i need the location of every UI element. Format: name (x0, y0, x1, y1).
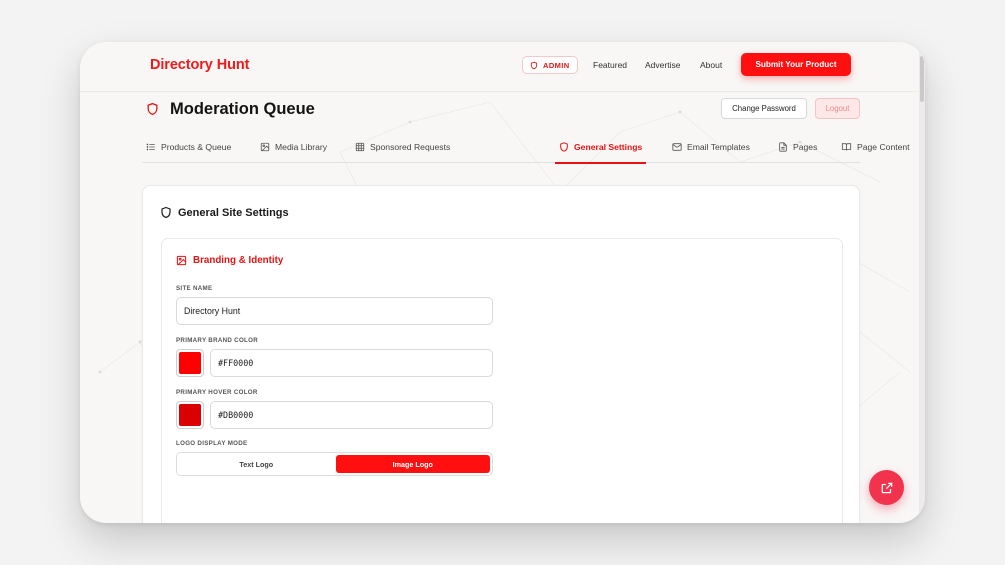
document-icon (779, 142, 787, 152)
admin-badge: ADMIN (522, 56, 578, 74)
logo-mode-label: LOGO DISPLAY MODE (176, 440, 248, 447)
tab-media-library[interactable]: Media Library (260, 131, 327, 163)
page-title: Moderation Queue (170, 100, 315, 118)
nav-advertise[interactable]: Advertise (645, 60, 680, 70)
section-title: Branding & Identity (176, 255, 283, 266)
hover-color-input[interactable]: #DB0000 (210, 401, 493, 429)
tab-pages[interactable]: Pages (778, 131, 817, 163)
tab-label: General Settings (574, 141, 643, 152)
tab-label: Email Templates (687, 142, 750, 152)
brand-logo[interactable]: Directory Hunt (150, 57, 249, 73)
external-link-icon (881, 482, 892, 493)
header-divider (80, 91, 919, 92)
general-settings-card: General Site Settings Branding & Identit… (142, 185, 860, 523)
submit-product-button[interactable]: Submit Your Product (741, 53, 851, 76)
scrollbar-track[interactable] (919, 42, 925, 523)
primary-color-label: PRIMARY BRAND COLOR (176, 337, 259, 344)
hover-color-swatch[interactable] (176, 401, 204, 429)
grid-icon (355, 142, 365, 152)
image-icon (176, 255, 187, 266)
section-title-text: Branding & Identity (193, 255, 284, 266)
mail-icon (672, 143, 682, 151)
shield-icon (161, 206, 171, 219)
image-icon (260, 142, 270, 152)
card-title: General Site Settings (160, 206, 289, 219)
tab-page-content[interactable]: Page Content (841, 131, 910, 163)
logo-mode-image-option[interactable]: Image Logo (335, 455, 490, 473)
nav-about[interactable]: About (700, 60, 722, 70)
logo-mode-toggle: Text Logo Image Logo (176, 452, 493, 476)
admin-badge-label: ADMIN (543, 60, 570, 70)
tab-label: Page Content (857, 142, 910, 152)
tab-products-queue[interactable]: Products & Queue (146, 131, 231, 163)
tab-email-templates[interactable]: Email Templates (672, 131, 750, 163)
site-name-input[interactable]: Directory Hunt (176, 297, 493, 325)
tab-label: Products & Queue (161, 142, 232, 152)
logout-button[interactable]: Logout (815, 98, 860, 119)
card-title-text: General Site Settings (178, 206, 289, 219)
tab-label: Media Library (275, 142, 328, 152)
tab-sponsored-requests[interactable]: Sponsored Requests (355, 131, 450, 163)
tab-label: Pages (793, 142, 818, 152)
primary-color-input[interactable]: #FF0000 (210, 349, 493, 377)
external-link-fab[interactable] (869, 470, 904, 505)
settings-tabs: Products & Queue Media Library Sponsored… (142, 131, 910, 164)
tab-general-settings[interactable]: General Settings (555, 131, 647, 164)
book-icon (841, 143, 852, 151)
app-window: Directory Hunt ADMIN Featured Advertise … (80, 42, 925, 523)
change-password-button[interactable]: Change Password (721, 98, 807, 119)
nav-featured[interactable]: Featured (593, 60, 627, 70)
list-icon (146, 143, 155, 151)
tab-label: Sponsored Requests (370, 142, 451, 152)
shield-icon (530, 61, 538, 69)
shield-icon (560, 141, 568, 152)
primary-color-swatch[interactable] (176, 349, 204, 377)
site-name-label: SITE NAME (176, 285, 213, 292)
scrollbar-thumb[interactable] (920, 56, 924, 102)
logo-mode-text-option[interactable]: Text Logo (179, 455, 334, 473)
shield-icon (147, 102, 158, 116)
hover-color-label: PRIMARY HOVER COLOR (176, 389, 258, 396)
branding-section: Branding & Identity SITE NAME Directory … (161, 238, 843, 523)
